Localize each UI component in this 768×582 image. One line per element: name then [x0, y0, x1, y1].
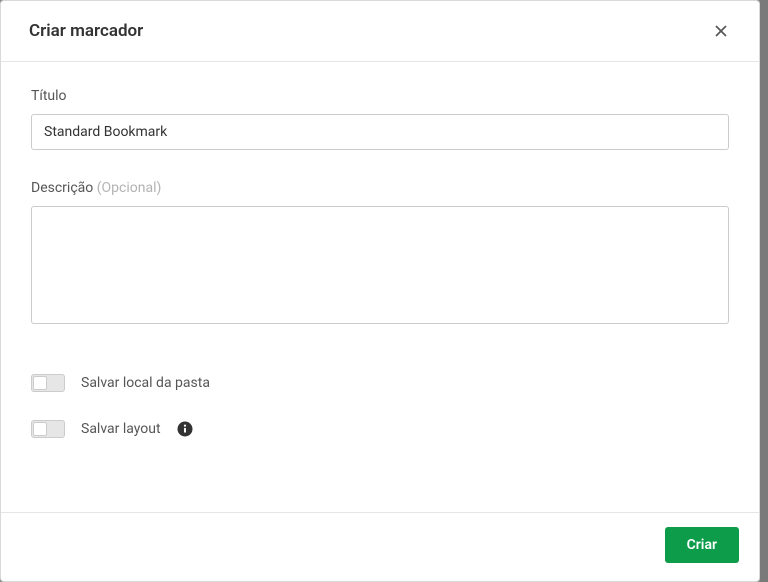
description-label-text: Descrição — [31, 180, 93, 196]
toggle-knob — [33, 422, 47, 436]
save-folder-toggle-row: Salvar local da pasta — [31, 374, 729, 392]
description-label: Descrição (Opcional) — [31, 180, 729, 196]
close-button[interactable] — [711, 21, 731, 41]
save-layout-toggle[interactable] — [31, 420, 65, 438]
title-label: Título — [31, 88, 729, 104]
description-field-group: Descrição (Opcional) — [31, 180, 729, 328]
modal-header: Criar marcador — [1, 1, 759, 62]
description-textarea[interactable] — [31, 206, 729, 324]
save-layout-info-button[interactable] — [177, 421, 193, 437]
modal-body: Título Descrição (Opcional) Salvar local… — [1, 62, 759, 512]
title-field-group: Título — [31, 88, 729, 150]
modal-footer: Criar — [1, 512, 759, 581]
title-input[interactable] — [31, 114, 729, 150]
save-layout-toggle-row: Salvar layout — [31, 420, 729, 438]
description-optional-suffix: (Opcional) — [93, 180, 161, 196]
create-button[interactable]: Criar — [665, 527, 739, 563]
toggle-knob — [33, 376, 47, 390]
toggle-group: Salvar local da pasta Salvar layout — [31, 374, 729, 438]
close-icon — [713, 23, 729, 39]
modal-backdrop — [760, 0, 768, 582]
modal-title: Criar marcador — [29, 21, 143, 41]
save-folder-toggle[interactable] — [31, 374, 65, 392]
info-icon — [177, 421, 193, 437]
create-bookmark-modal: Criar marcador Título Descrição (Opciona… — [0, 0, 760, 582]
save-folder-label: Salvar local da pasta — [81, 375, 210, 391]
save-layout-label: Salvar layout — [81, 421, 161, 437]
